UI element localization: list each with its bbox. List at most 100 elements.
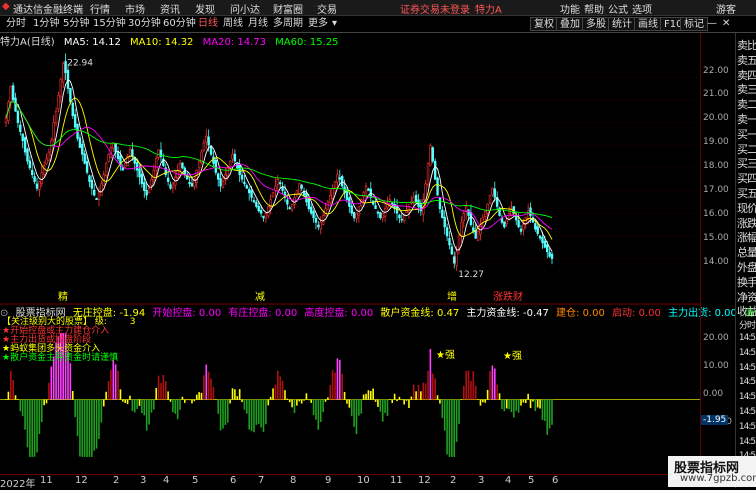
ytick-21: 21.00: [703, 89, 729, 99]
restore-rights-button[interactable]: 复权: [530, 17, 558, 31]
window-close-icon[interactable]: ✕: [720, 17, 732, 31]
tab-fenshi[interactable]: 分时: [4, 17, 28, 31]
indicator-bar: [14, 395, 17, 400]
indicator-bar: [162, 374, 165, 400]
indicator-bar: [460, 399, 463, 401]
indicator-bar: [324, 399, 327, 402]
indicator-bar: [441, 399, 444, 419]
indicator-bar: [424, 383, 427, 400]
candle-body: [231, 154, 234, 160]
indicator-bar: [95, 399, 98, 449]
menu-shichang[interactable]: 市场: [125, 1, 145, 16]
indicator-bar: [317, 399, 320, 430]
sidebar-item: 涨跌: [737, 216, 756, 230]
kaishi: 开始控盘: 0.00: [152, 308, 222, 319]
candle-body: [95, 197, 98, 200]
window-min-icon[interactable]: —: [705, 17, 719, 31]
indicator-bar: [360, 399, 363, 414]
candle-body: [426, 163, 430, 185]
indicator-bar: [455, 399, 458, 442]
indicator-bar: [477, 399, 479, 400]
price-chart[interactable]: 22.94 12.27 精 减 增 涨跌财 ★强 ★强: [0, 46, 700, 466]
candle-body: [207, 136, 210, 146]
stats-button[interactable]: 统计: [608, 17, 636, 31]
indicator-bar: [21, 399, 24, 417]
sidebar-item: 分时: [738, 321, 756, 332]
menu-wenxiaoda[interactable]: 问小达: [230, 1, 260, 16]
sub-ytick-0: 0.00: [703, 389, 724, 399]
indicator-bar: [269, 396, 272, 400]
menu-xuanxiang[interactable]: 选项: [632, 1, 652, 16]
indicator-bar: [486, 389, 489, 400]
menu-gongshi[interactable]: 公式: [608, 1, 628, 16]
sidebar-item: 卖比: [737, 39, 756, 52]
high-price-label: 22.94: [67, 59, 93, 69]
overlay-button[interactable]: 叠加: [556, 17, 584, 31]
candle-body: [33, 176, 36, 182]
indicator-bar: [262, 399, 265, 432]
indicator-bar: [379, 399, 382, 412]
tab-5min[interactable]: 5分钟: [61, 17, 91, 31]
indicator-bar: [501, 399, 503, 410]
mark-button[interactable]: 标记: [680, 17, 708, 31]
stock-name: 特力A: [475, 5, 502, 16]
draw-line-button[interactable]: 画线: [634, 17, 662, 31]
candle-body: [62, 63, 65, 83]
sidebar-item: 14:5: [738, 362, 756, 373]
title-bar: ◆ 通达信金融终端 行情 市场 资讯 发现 问小达 财富圈 交易 证券交易未登录…: [0, 0, 756, 16]
candle-body: [455, 251, 458, 266]
menu-gongneng[interactable]: 功能: [560, 1, 580, 16]
tab-1min[interactable]: 1分钟: [31, 17, 61, 31]
multi-stock-button[interactable]: 多股: [582, 17, 610, 31]
candle-body: [436, 177, 439, 196]
candle-body: [536, 226, 539, 234]
indicator-bar: [186, 399, 189, 401]
indicator-bar: [510, 399, 513, 413]
candle-body: [538, 235, 542, 239]
tab-15min[interactable]: 15分钟: [91, 17, 128, 31]
candle-body: [195, 169, 198, 183]
candle-body: [298, 183, 301, 194]
indicator-bar: [238, 389, 241, 400]
indicator-bar: [331, 370, 334, 400]
candle-body: [252, 200, 256, 203]
indicator-bar: [534, 399, 537, 412]
menu-hangqing[interactable]: 行情: [90, 1, 110, 16]
indicator-bar: [153, 399, 155, 410]
candle-body: [431, 147, 434, 162]
login-notice[interactable]: 证券交易未登录: [400, 1, 470, 16]
tab-30min[interactable]: 30分钟: [126, 17, 163, 31]
menu-faxian[interactable]: 发现: [195, 1, 215, 16]
menu-youke[interactable]: 游客: [716, 1, 736, 16]
candle-body: [4, 117, 8, 123]
tab-weekly[interactable]: 周线: [221, 17, 245, 31]
tab-more[interactable]: 更多: [306, 17, 330, 31]
menu-bangzhu[interactable]: 帮助: [584, 1, 604, 16]
candle-body: [169, 184, 172, 189]
indicator-bar: [241, 399, 243, 403]
candle-body: [534, 223, 537, 230]
menu-zixun[interactable]: 资讯: [160, 1, 180, 16]
tab-monthly[interactable]: 月线: [246, 17, 270, 31]
more-chevron-icon[interactable]: ▾: [330, 17, 339, 31]
sidebar-item: 14:5: [738, 407, 756, 417]
indicator-bar: [122, 399, 124, 402]
candle-body: [88, 175, 91, 182]
candle-body: [414, 194, 418, 203]
tab-60min[interactable]: 60分钟: [161, 17, 198, 31]
tab-daily[interactable]: 日线: [196, 17, 220, 31]
indicator-bar: [532, 399, 534, 402]
indicator-bar: [443, 399, 446, 431]
indicator-bar: [319, 399, 322, 423]
candle-body: [112, 142, 115, 149]
indicator-bar: [179, 399, 181, 410]
indicator-bar: [429, 348, 432, 400]
candle-body: [52, 122, 55, 141]
tab-multi[interactable]: 多周期: [271, 17, 305, 31]
candle-body: [317, 224, 320, 228]
menu-caifuquan[interactable]: 财富圈: [273, 1, 303, 16]
menu-jiaoyi[interactable]: 交易: [317, 1, 337, 16]
candle-body: [300, 184, 303, 189]
candle-body: [233, 153, 237, 162]
candle-body: [519, 228, 523, 232]
